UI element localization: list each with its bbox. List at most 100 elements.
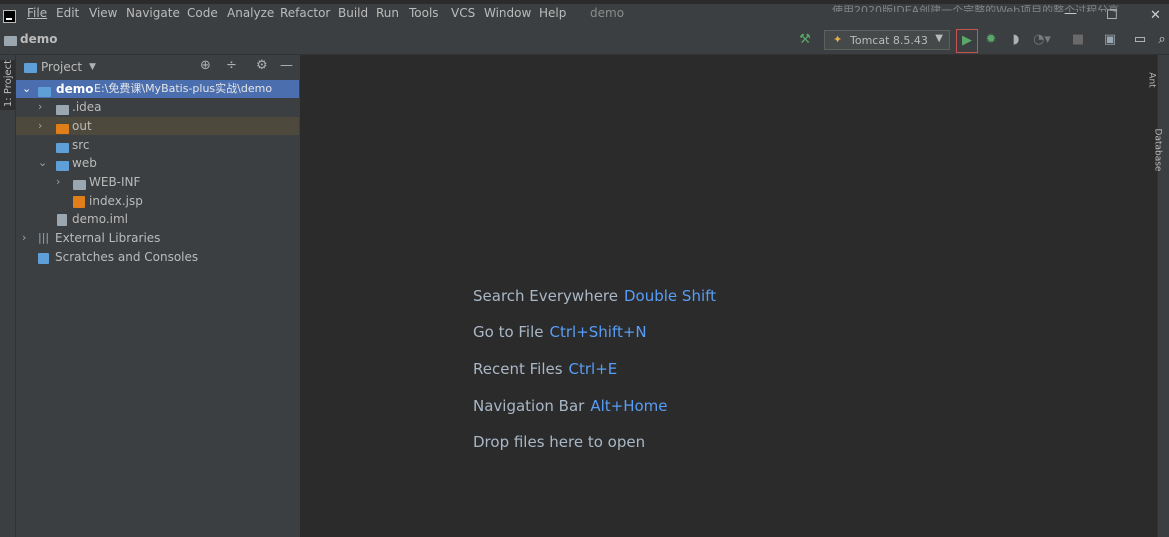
chevron-down-icon[interactable]: ⌄: [22, 80, 31, 98]
collapse-all-icon[interactable]: ÷: [226, 58, 237, 73]
tree-item-web[interactable]: ⌄ web: [16, 154, 299, 172]
menu-build[interactable]: Build: [338, 6, 368, 20]
hint-label: Recent Files: [473, 360, 563, 378]
left-tool-stripe: [0, 55, 16, 537]
run-icon[interactable]: ▶: [956, 29, 978, 53]
profile-icon[interactable]: ◔▾: [1032, 30, 1052, 50]
search-icon[interactable]: ⌕: [1152, 30, 1169, 50]
menu-tools[interactable]: Tools: [409, 6, 439, 20]
tree-item-scratches[interactable]: Scratches and Consoles: [16, 248, 299, 266]
chevron-right-icon[interactable]: ›: [22, 229, 26, 247]
tree-item-label: WEB-INF: [89, 175, 141, 189]
editor-area[interactable]: Search Everywhere Double Shift Go to File…: [300, 55, 1157, 537]
hint-label: Search Everywhere: [473, 287, 618, 305]
maximize-icon[interactable]: ☐: [1106, 8, 1118, 23]
layout-icon[interactable]: ▭: [1130, 30, 1150, 50]
menu-file[interactable]: File: [27, 6, 47, 20]
project-tool-window-tab[interactable]: 1: Project: [0, 60, 15, 110]
excluded-folder-icon: [56, 121, 69, 134]
folder-icon: [73, 177, 86, 190]
tree-item-label: web: [72, 156, 97, 170]
tree-item-label: .idea: [72, 100, 102, 114]
hint-go-to-file: Go to File Ctrl+Shift+N: [473, 323, 647, 341]
tomcat-icon: ✦: [833, 33, 843, 46]
hint-search-everywhere: Search Everywhere Double Shift: [473, 287, 716, 305]
gear-icon[interactable]: ⚙: [256, 58, 268, 73]
tree-item-label: demo: [56, 82, 94, 96]
chevron-down-icon[interactable]: ▼: [89, 62, 96, 72]
project-name[interactable]: demo: [20, 32, 57, 46]
tree-item-path: E:\免费课\MyBatis-plus实战\demo: [94, 82, 273, 95]
tree-item-index-jsp[interactable]: index.jsp: [16, 192, 299, 210]
tree-item-web-inf[interactable]: › WEB-INF: [16, 173, 299, 191]
scratches-icon: [38, 251, 50, 264]
hint-recent-files: Recent Files Ctrl+E: [473, 360, 617, 378]
tree-item-demo[interactable]: ⌄ demo E:\免费课\MyBatis-plus实战\demo: [16, 80, 299, 98]
chevron-right-icon[interactable]: ›: [56, 173, 60, 191]
menu-bar: File Edit View Navigate Code Analyze Ref…: [0, 0, 1169, 26]
minimize-icon[interactable]: —: [1064, 6, 1077, 21]
hint-shortcut: Alt+Home: [590, 397, 668, 415]
right-tool-stripe: Ant Database: [1147, 55, 1169, 537]
window-title: demo: [590, 6, 625, 20]
project-view-icon: [24, 62, 37, 76]
menu-vcs[interactable]: VCS: [451, 6, 475, 20]
debug-icon[interactable]: ✹: [981, 30, 1001, 50]
iml-file-icon: [57, 213, 69, 226]
hint-shortcut: Ctrl+Shift+N: [549, 323, 647, 341]
module-folder-icon: [38, 84, 51, 97]
jsp-file-icon: [73, 195, 85, 208]
hammer-icon[interactable]: ⚒: [795, 30, 815, 50]
intellij-logo-icon: [3, 10, 16, 23]
tree-item-out[interactable]: › out: [16, 117, 299, 135]
menu-help[interactable]: Help: [539, 6, 566, 20]
hint-shortcut: Ctrl+E: [568, 360, 618, 378]
menu-run[interactable]: Run: [376, 6, 399, 20]
library-icon: |||: [38, 231, 50, 244]
hint-drop-files: Drop files here to open: [473, 433, 645, 451]
hint-shortcut: Double Shift: [624, 287, 717, 305]
tree-item-label: External Libraries: [55, 231, 161, 245]
menu-edit[interactable]: Edit: [56, 6, 79, 20]
tree-item-idea[interactable]: › .idea: [16, 98, 299, 116]
menu-analyze[interactable]: Analyze: [227, 6, 274, 20]
close-icon[interactable]: ✕: [1150, 8, 1161, 23]
source-folder-icon: [56, 140, 69, 153]
menu-view[interactable]: View: [89, 6, 117, 20]
tree-item-external-libraries[interactable]: › ||| External Libraries: [16, 229, 299, 247]
menu-code[interactable]: Code: [187, 6, 218, 20]
project-panel-header: Project ▼ ⊕ ÷ ⚙ —: [16, 55, 299, 81]
tree-item-label: Scratches and Consoles: [55, 250, 199, 264]
hint-navigation-bar: Navigation Bar Alt+Home: [473, 397, 668, 415]
tree-item-demo-iml[interactable]: demo.iml: [16, 210, 299, 228]
locate-icon[interactable]: ⊕: [200, 58, 211, 73]
hint-label: Drop files here to open: [473, 433, 646, 451]
hide-icon[interactable]: —: [280, 58, 293, 73]
database-tool-tab[interactable]: Database: [1152, 129, 1162, 172]
chevron-right-icon[interactable]: ›: [38, 98, 42, 116]
tree-item-label: out: [72, 119, 92, 133]
hint-label: Go to File: [473, 323, 544, 341]
project-tab-label: 1: Project: [3, 59, 15, 108]
folder-icon: [56, 102, 69, 115]
overlay-caption: 使用2020版IDEA创建一个完整的Web项目的整个过程分享: [832, 4, 1120, 12]
tree-item-src[interactable]: src: [16, 136, 299, 154]
ant-tool-tab[interactable]: Ant: [1147, 72, 1157, 87]
coverage-icon[interactable]: ◗: [1006, 30, 1026, 50]
tree-item-label: src: [72, 138, 90, 152]
stop-icon[interactable]: ■: [1068, 30, 1088, 50]
chevron-down-icon: ▼: [935, 33, 943, 44]
menu-refactor[interactable]: Refactor: [280, 6, 330, 20]
run-configuration-select[interactable]: ✦ Tomcat 8.5.43 ▼: [824, 30, 950, 50]
menu-navigate[interactable]: Navigate: [126, 6, 180, 20]
project-panel-title[interactable]: Project: [41, 60, 82, 74]
tree-item-label: index.jsp: [89, 194, 143, 208]
tree-item-label: demo.iml: [72, 212, 128, 226]
chevron-right-icon[interactable]: ›: [38, 117, 42, 135]
hint-label: Navigation Bar: [473, 397, 585, 415]
web-folder-icon: [56, 158, 69, 171]
menu-window[interactable]: Window: [484, 6, 531, 20]
project-structure-icon[interactable]: ▣: [1100, 30, 1120, 50]
run-config-label: Tomcat 8.5.43: [850, 34, 928, 47]
chevron-down-icon[interactable]: ⌄: [38, 154, 47, 172]
